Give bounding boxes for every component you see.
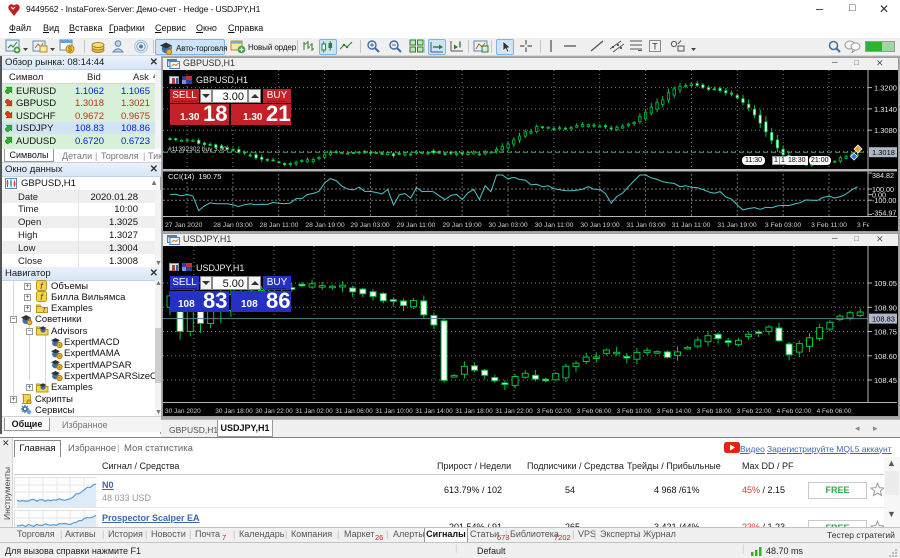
svg-text:109.05: 109.05 (874, 279, 897, 288)
svg-text:3 Feb 02:00: 3 Feb 02:00 (537, 408, 572, 415)
svg-text:30 Jan 19:00: 30 Jan 19:00 (580, 222, 620, 229)
svg-text:3 Feb 18:00: 3 Feb 18:00 (697, 408, 732, 415)
svg-text:30 Jan 11:00: 30 Jan 11:00 (535, 222, 574, 229)
svg-text:1.3140: 1.3140 (874, 105, 897, 114)
svg-text:30 Jan 03:00: 30 Jan 03:00 (488, 222, 528, 229)
svg-text:31 Jan 10:00: 31 Jan 10:00 (375, 408, 413, 415)
svg-text:108.90: 108.90 (874, 303, 897, 312)
svg-text:31 Jan 18:00: 31 Jan 18:00 (455, 408, 493, 415)
svg-text:108.83: 108.83 (872, 315, 895, 324)
svg-text:4 Feb 02:00: 4 Feb 02:00 (777, 408, 812, 415)
svg-text:3 Feb 10:00: 3 Feb 10:00 (617, 408, 652, 415)
svg-text:T: T (652, 42, 658, 52)
svg-text:1.3018: 1.3018 (872, 148, 895, 157)
svg-text:30 Jan 2020: 30 Jan 2020 (165, 408, 201, 415)
svg-text:-354.97: -354.97 (872, 209, 896, 218)
svg-text:3 Feb 06:00: 3 Feb 06:00 (577, 408, 612, 415)
svg-text:1.3200: 1.3200 (874, 84, 897, 93)
svg-text:28 Jan 03:00: 28 Jan 03:00 (213, 222, 253, 229)
svg-text:4 Feb 06:00: 4 Feb 06:00 (817, 408, 852, 415)
svg-text:31 Jan 03:00: 31 Jan 03:00 (626, 222, 666, 229)
svg-text:31 Jan 22:00: 31 Jan 22:00 (495, 408, 533, 415)
svg-text:$: $ (68, 47, 72, 54)
svg-text:108.45: 108.45 (874, 376, 897, 385)
svg-text:3 Feb 14:00: 3 Feb 14:00 (657, 408, 692, 415)
svg-text:31 Jan 14:00: 31 Jan 14:00 (415, 408, 453, 415)
svg-text:31 Jan 02:00: 31 Jan 02:00 (295, 408, 333, 415)
svg-text:108.75: 108.75 (874, 328, 897, 337)
svg-text:384.82: 384.82 (872, 171, 894, 180)
svg-text:28 Jan 19:00: 28 Jan 19:00 (305, 222, 345, 229)
svg-text:29 Jan 11:00: 29 Jan 11:00 (397, 222, 436, 229)
svg-text:3 Feb 03:00: 3 Feb 03:00 (765, 222, 801, 229)
svg-text:27 Jan 2020: 27 Jan 2020 (165, 222, 203, 229)
svg-text:3 Feb 22:00: 3 Feb 22:00 (737, 408, 772, 415)
svg-text:31 Jan 19:00: 31 Jan 19:00 (717, 222, 757, 229)
svg-text:29 Jan 19:00: 29 Jan 19:00 (442, 222, 482, 229)
svg-text:29 Jan 03:00: 29 Jan 03:00 (350, 222, 390, 229)
svg-text:1.3080: 1.3080 (874, 126, 897, 135)
svg-text:108.60: 108.60 (874, 352, 897, 361)
svg-text:30 Jan 18:00: 30 Jan 18:00 (215, 408, 253, 415)
svg-text:28 Jan 11:00: 28 Jan 11:00 (260, 222, 299, 229)
svg-text:30 Jan 22:00: 30 Jan 22:00 (255, 408, 293, 415)
svg-text:31 Jan 06:00: 31 Jan 06:00 (335, 408, 373, 415)
svg-text:3 Feb 11:00: 3 Feb 11:00 (811, 222, 847, 229)
svg-text:-100.00: -100.00 (872, 196, 896, 205)
svg-text:31 Jan 11:00: 31 Jan 11:00 (672, 222, 711, 229)
